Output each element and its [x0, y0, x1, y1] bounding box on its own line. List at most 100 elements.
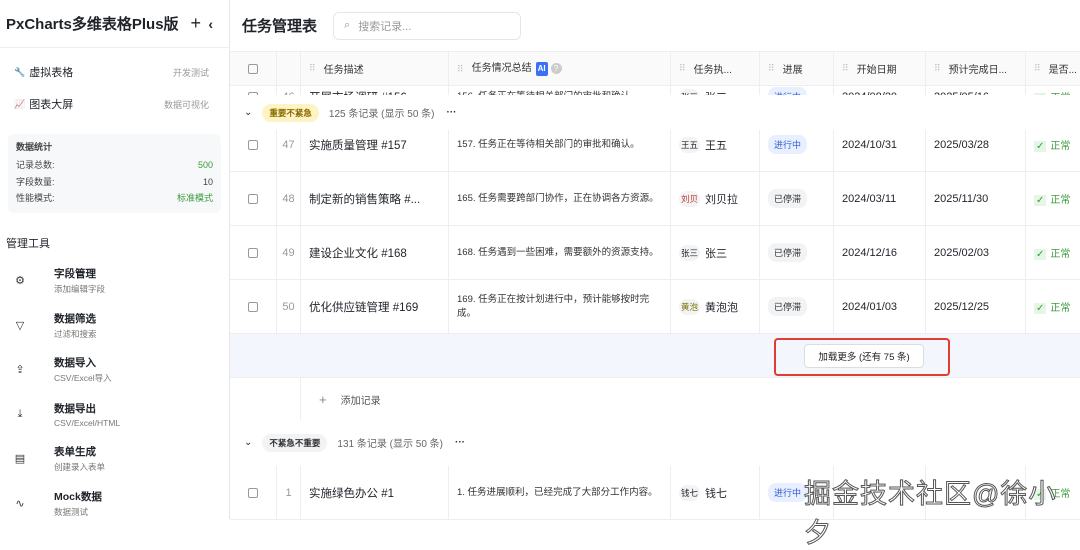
start-date[interactable]: 2024/01/03 [834, 280, 926, 333]
start-date[interactable] [834, 466, 926, 519]
status-cell[interactable]: 进行中 [760, 466, 834, 519]
row-index: 1 [277, 466, 301, 519]
help-icon[interactable]: ? [550, 63, 562, 74]
start-date[interactable]: 2024/03/11 [834, 172, 926, 225]
table-header: ⠿ 任务描述 ⠿ 任务情况总结 AI? ⠿ 任务执... ⠿ 进展 ⠿ 开始日期 ⠿ 预计完成日... ⠿… [230, 52, 1080, 86]
collapse-sidebar-icon[interactable]: ‹ [208, 16, 213, 32]
task-cell[interactable]: 实施绿色办公 #1 [301, 466, 449, 519]
summary-cell[interactable]: 1. 任务进展顺利，已经完成了大部分工作内容。 [449, 466, 671, 519]
group-header[interactable]: ⌄ 重要不紧急 125 条记录 (显示 50 条) ··· [230, 95, 1080, 130]
nav-item[interactable]: 🔧 虚拟表格 开发测试 [0, 56, 229, 88]
tool-text: 数据导出 CSV/Excel/HTML [54, 401, 120, 428]
drag-handle-icon[interactable]: ⠿ [1034, 63, 1041, 74]
column-header[interactable]: ⠿ 任务执... [671, 52, 760, 85]
owner-cell[interactable]: 黄泡 黄泡泡 [671, 280, 760, 333]
end-date[interactable]: 2025/12/25 [926, 280, 1026, 333]
ok-cell[interactable]: ✓正常 [1026, 280, 1080, 333]
tool-icon: ▽ [15, 319, 25, 332]
add-record-row[interactable]: + 添加记录 [230, 378, 1080, 420]
chevron-down-icon[interactable]: ⌄ [244, 107, 252, 118]
check-icon: ✓ [1034, 249, 1047, 260]
drag-handle-icon[interactable]: ⠿ [768, 63, 775, 74]
table-row[interactable]: 49 建设企业文化 #168 168. 任务遇到一些困难，需要额外的资源支持。 张三张… [230, 226, 1080, 280]
row-checkbox-cell[interactable] [230, 226, 277, 279]
row-checkbox[interactable] [248, 247, 258, 258]
group-info: 131 条记录 (显示 50 条) [337, 439, 443, 450]
more-icon[interactable]: ··· [447, 107, 457, 118]
drag-handle-icon[interactable]: ⠿ [934, 63, 941, 74]
status-badge: 进行中 [768, 135, 808, 154]
tool-item[interactable]: ▤ 表单生成 创建录入表单 [0, 437, 229, 482]
row-checkbox[interactable] [248, 487, 258, 498]
end-date[interactable] [926, 466, 1026, 519]
group-tag: 重要不紧急 [262, 103, 319, 122]
tool-text: 字段管理 添加编辑字段 [54, 266, 105, 295]
tool-item[interactable]: ⇪ 数据导入 CSV/Excel导入 [0, 348, 229, 393]
summary-cell[interactable]: 168. 任务遇到一些困难，需要额外的资源支持。 [449, 226, 671, 279]
status-cell[interactable]: 已停滞 [760, 280, 834, 333]
task-name: 建设企业文化 #168 [309, 247, 407, 260]
summary-cell[interactable]: 169. 任务正在按计划进行中，预计能够按时完成。 [449, 280, 671, 333]
chevron-down-icon[interactable]: ⌄ [244, 437, 252, 448]
ok-cell[interactable]: ✓正常 [1026, 466, 1080, 519]
column-header[interactable]: ⠿ 进展 [760, 52, 834, 85]
tool-icon: ⤓ [17, 407, 23, 420]
summary-cell[interactable]: 165. 任务需要跨部门协作，正在协调各方资源。 [449, 172, 671, 225]
add-icon[interactable]: + [191, 13, 202, 34]
status-badge: 进行中 [768, 483, 808, 502]
tool-name: 表单生成 [54, 446, 96, 459]
tool-desc: 过滤和搜索 [54, 328, 97, 339]
tool-desc: 创建录入表单 [54, 462, 106, 473]
column-header[interactable]: ⠿ 开始日期 [834, 52, 926, 85]
status-cell[interactable]: 已停滞 [760, 226, 834, 279]
tool-item[interactable]: ▽ 数据筛选 过滤和搜索 [0, 303, 229, 348]
task-name: 实施质量管理 #157 [309, 139, 407, 152]
owner-cell[interactable]: 刘贝 刘贝拉 [671, 172, 760, 225]
nav-icon: 🔧 [14, 66, 26, 77]
group-tag: 不紧急不重要 [262, 433, 328, 452]
ai-badge[interactable]: AI [535, 61, 548, 76]
stat-value: 10 [202, 176, 213, 187]
group-info: 125 条记录 (显示 50 条) [328, 109, 435, 120]
owner-cell[interactable]: 张三张三 [671, 226, 760, 279]
row-checkbox-cell[interactable] [230, 172, 277, 225]
end-date[interactable]: 2025/11/30 [926, 172, 1026, 225]
tool-item[interactable]: ⚙ 字段管理 添加编辑字段 [0, 259, 229, 304]
owner-cell[interactable]: 钱七 钱七 [671, 466, 760, 519]
select-all-checkbox[interactable] [248, 63, 258, 74]
sidebar: PxCharts多维表格Plus版 + ‹ 🔧 虚拟表格 开发测试 📈 图表大屏 数据可视… [0, 0, 230, 519]
drag-handle-icon[interactable]: ⠿ [457, 62, 464, 76]
select-all-cell[interactable] [230, 52, 277, 85]
check-icon: ✓ [1034, 489, 1047, 500]
tool-item[interactable]: ⤓ 数据导出 CSV/Excel/HTML [0, 392, 229, 437]
more-icon[interactable]: ··· [455, 437, 465, 448]
task-cell[interactable]: 制定新的销售策略 #... [301, 172, 449, 225]
drag-handle-icon[interactable]: ⠿ [679, 63, 686, 74]
end-date[interactable]: 2025/02/03 [926, 226, 1026, 279]
row-checkbox-cell[interactable] [230, 280, 277, 333]
column-header[interactable]: ⠿ 任务描述 [301, 52, 449, 85]
table-row[interactable]: 48 制定新的销售策略 #... 165. 任务需要跨部门协作，正在协调各方资源。刘… [230, 172, 1080, 226]
row-checkbox[interactable] [248, 193, 258, 204]
group-header[interactable]: ⌄ 不紧急不重要 131 条记录 (显示 50 条) ··· [230, 425, 1080, 460]
start-date[interactable]: 2024/12/16 [834, 226, 926, 279]
drag-handle-icon[interactable]: ⠿ [842, 63, 849, 74]
tool-text: 数据筛选 过滤和搜索 [54, 311, 97, 340]
ok-cell[interactable]: ✓正常 [1026, 226, 1080, 279]
ok-cell[interactable]: ✓正常 [1026, 172, 1080, 225]
nav-item[interactable]: 📈 图表大屏 数据可视化 [0, 88, 229, 120]
tool-name: 数据导入 [54, 357, 96, 370]
table-row[interactable]: 50 优化供应链管理 #169 169. 任务正在按计划进行中，预计能够按时完成。黄… [230, 280, 1080, 334]
row-checkbox[interactable] [248, 139, 258, 150]
add-record-label: 添加记录 [340, 395, 381, 407]
column-header[interactable]: ⠿ 预计完成日... [926, 52, 1026, 85]
row-checkbox-cell[interactable] [230, 466, 277, 519]
drag-handle-icon[interactable]: ⠿ [309, 63, 316, 74]
row-checkbox[interactable] [248, 301, 258, 312]
task-cell[interactable]: 建设企业文化 #168 [301, 226, 449, 279]
table-row[interactable]: 1 实施绿色办公 #1 1. 任务进展顺利，已经完成了大部分工作内容。 钱七 钱七 进行中… [230, 466, 1080, 520]
column-header[interactable]: ⠿ 任务情况总结 AI? [449, 52, 671, 85]
task-cell[interactable]: 优化供应链管理 #169 [301, 280, 449, 333]
column-header[interactable]: ⠿ 是否... [1026, 52, 1080, 85]
status-cell[interactable]: 已停滞 [760, 172, 834, 225]
